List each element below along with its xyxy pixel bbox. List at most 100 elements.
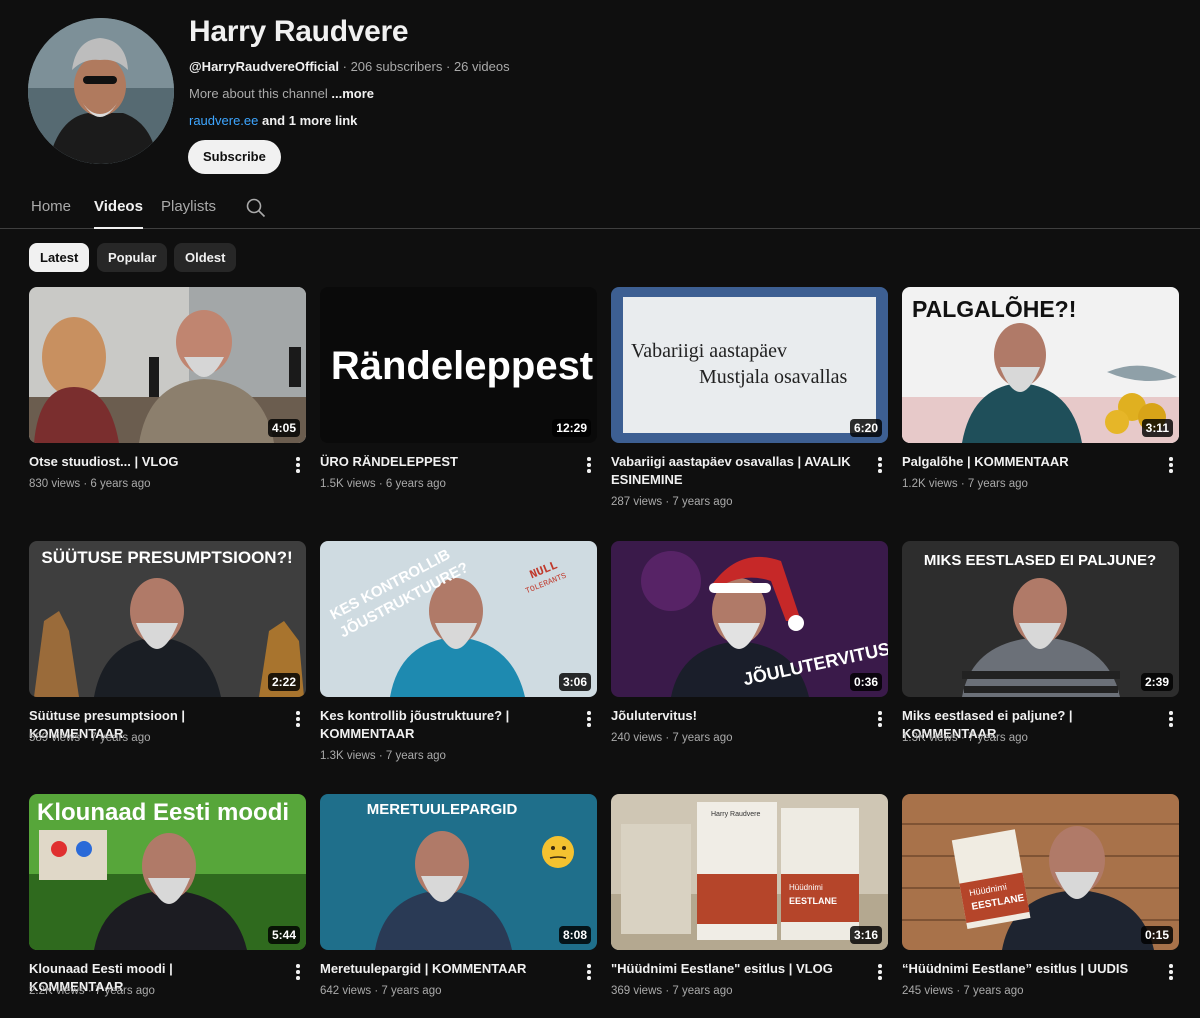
filter-latest[interactable]: Latest [29, 243, 90, 272]
upload-age: 7 years ago [963, 985, 1024, 997]
more-options-icon[interactable] [294, 711, 302, 729]
thumbnail-caption-line-2: Hüüdnimi [789, 883, 823, 892]
filter-oldest[interactable]: Oldest [174, 243, 237, 272]
video-meta: 245 views · 7 years ago [902, 985, 1024, 997]
more-options-icon[interactable] [585, 457, 593, 475]
more-options-icon[interactable] [1167, 964, 1175, 982]
video-card[interactable]: Hüüdnimi EESTLANE 0:15 “Hüüdnimi Eestlan… [902, 794, 1179, 997]
video-thumbnail[interactable]: 4:05 [29, 287, 306, 443]
video-card[interactable]: Vabariigi aastapäev Mustjala osavallas 6… [611, 287, 888, 508]
channel-links: raudvere.ee and 1 more link [189, 113, 357, 128]
video-title[interactable]: Jõulutervitus! [611, 707, 851, 725]
video-title[interactable]: Vabariigi aastapäev osavallas | AVALIK E… [611, 453, 851, 489]
view-count: 589 views [29, 732, 81, 744]
upload-age: 7 years ago [672, 496, 733, 508]
more-options-icon[interactable] [1167, 711, 1175, 729]
video-thumbnail[interactable]: MIKS EESTLASED EI PALJUNE? 2:39 [902, 541, 1179, 697]
video-meta: 830 views · 6 years ago [29, 478, 151, 490]
video-count: 26 videos [453, 59, 510, 74]
video-title[interactable]: Kes kontrollib jõustruktuure? | KOMMENTA… [320, 707, 560, 743]
about-more-link[interactable]: ...more [331, 86, 374, 101]
video-meta: 369 views · 7 years ago [611, 985, 733, 997]
video-card[interactable]: PALGALÕHE?! 3:11 Palgalõhe | KOMMENTAAR … [902, 287, 1179, 490]
video-duration: 8:08 [558, 926, 591, 944]
video-duration: 12:29 [552, 419, 591, 437]
video-thumbnail[interactable]: PALGALÕHE?! 3:11 [902, 287, 1179, 443]
video-card[interactable]: KES KONTROLLIB JÕUSTRUKTUURE? NULL TOLER… [320, 541, 597, 762]
video-card[interactable]: JÕULUTERVITUS 0:36 Jõulutervitus! 240 vi… [611, 541, 888, 744]
tab-home[interactable]: Home [31, 198, 71, 215]
video-title[interactable]: Meretuulepargid | KOMMENTAAR [320, 960, 560, 978]
video-thumbnail[interactable]: JÕULUTERVITUS 0:36 [611, 541, 888, 697]
about-text: More about this channel [189, 86, 328, 101]
more-options-icon[interactable] [294, 964, 302, 982]
more-options-icon[interactable] [876, 964, 884, 982]
video-duration: 2:39 [1140, 673, 1173, 691]
video-title[interactable]: Otse stuudiost... | VLOG [29, 453, 269, 471]
view-count: 287 views [611, 496, 663, 508]
video-thumbnail[interactable]: KES KONTROLLIB JÕUSTRUKTUURE? NULL TOLER… [320, 541, 597, 697]
video-card[interactable]: Harry Raudvere Hüüdnimi EESTLANE 3:16 "H… [611, 794, 888, 997]
video-meta: 642 views · 7 years ago [320, 985, 442, 997]
video-title[interactable]: Palgalõhe | KOMMENTAAR [902, 453, 1142, 471]
view-count: 1.3K views [902, 732, 958, 744]
video-thumbnail[interactable]: Harry Raudvere Hüüdnimi EESTLANE 3:16 [611, 794, 888, 950]
view-count: 1.5K views [320, 478, 376, 490]
thumbnail-caption-line-3: EESTLANE [789, 896, 837, 906]
subscribe-button[interactable]: Subscribe [188, 140, 281, 174]
more-options-icon[interactable] [585, 711, 593, 729]
more-options-icon[interactable] [294, 457, 302, 475]
website-link[interactable]: raudvere.ee [189, 113, 258, 128]
video-meta: 1.3K views · 7 years ago [902, 732, 1028, 744]
view-count: 245 views [902, 985, 954, 997]
upload-age: 7 years ago [385, 750, 446, 762]
filter-popular[interactable]: Popular [97, 243, 168, 272]
more-links[interactable]: and 1 more link [262, 113, 357, 128]
upload-age: 7 years ago [94, 985, 155, 997]
upload-age: 7 years ago [672, 732, 733, 744]
thumbnail-caption: PALGALÕHE?! [912, 295, 1076, 322]
video-card[interactable]: Rändeleppest 12:29 ÜRO RÄNDELEPPEST 1.5K… [320, 287, 597, 490]
video-meta: 1.2K views · 7 years ago [902, 478, 1028, 490]
more-options-icon[interactable] [1167, 457, 1175, 475]
more-options-icon[interactable] [876, 711, 884, 729]
upload-age: 7 years ago [672, 985, 733, 997]
thumbnail-caption-line-2: Mustjala osavallas [699, 366, 848, 388]
thumbnail-caption: Rändeleppest [331, 344, 593, 388]
video-title[interactable]: "Hüüdnimi Eestlane" esitlus | VLOG [611, 960, 851, 978]
channel-about[interactable]: More about this channel ...more [189, 86, 374, 101]
thumbnail-caption: Vabariigi aastapäev [631, 340, 787, 362]
video-thumbnail[interactable]: Vabariigi aastapäev Mustjala osavallas 6… [611, 287, 888, 443]
more-options-icon[interactable] [876, 457, 884, 475]
video-meta: 589 views · 7 years ago [29, 732, 151, 744]
video-card[interactable]: Klounaad Eesti moodi 5:44 Klounaad Eesti… [29, 794, 306, 997]
channel-name: Harry Raudvere [189, 15, 409, 48]
view-count: 369 views [611, 985, 663, 997]
video-title[interactable]: “Hüüdnimi Eestlane” esitlus | UUDIS [902, 960, 1142, 978]
tab-playlists[interactable]: Playlists [161, 198, 216, 215]
video-duration: 3:11 [1141, 419, 1173, 437]
video-card[interactable]: SÜÜTUSE PRESUMPTSIOON?! 2:22 Süütuse pre… [29, 541, 306, 744]
video-thumbnail[interactable]: Rändeleppest 12:29 [320, 287, 597, 443]
view-count: 1.3K views [320, 750, 376, 762]
more-options-icon[interactable] [585, 964, 593, 982]
separator: · [342, 59, 347, 74]
search-icon[interactable] [245, 197, 267, 219]
video-title[interactable]: ÜRO RÄNDELEPPEST [320, 453, 560, 471]
video-duration: 3:06 [558, 673, 591, 691]
video-meta: 2.2K views · 7 years ago [29, 985, 155, 997]
video-card[interactable]: MIKS EESTLASED EI PALJUNE? 2:39 Miks ees… [902, 541, 1179, 744]
video-thumbnail[interactable]: SÜÜTUSE PRESUMPTSIOON?! 2:22 [29, 541, 306, 697]
video-thumbnail[interactable]: Klounaad Eesti moodi 5:44 [29, 794, 306, 950]
view-count: 830 views [29, 478, 81, 490]
view-count: 240 views [611, 732, 663, 744]
video-meta: 1.3K views · 7 years ago [320, 750, 446, 762]
channel-avatar[interactable] [28, 18, 174, 164]
video-card[interactable]: 4:05 Otse stuudiost... | VLOG 830 views … [29, 287, 306, 490]
video-thumbnail[interactable]: Hüüdnimi EESTLANE 0:15 [902, 794, 1179, 950]
tab-videos[interactable]: Videos [94, 198, 143, 229]
video-card[interactable]: MERETUULEPARGID 8:08 Meretuulepargid | K… [320, 794, 597, 997]
video-duration: 0:36 [849, 673, 882, 691]
video-thumbnail[interactable]: MERETUULEPARGID 8:08 [320, 794, 597, 950]
thumbnail-caption: MERETUULEPARGID [367, 801, 518, 818]
